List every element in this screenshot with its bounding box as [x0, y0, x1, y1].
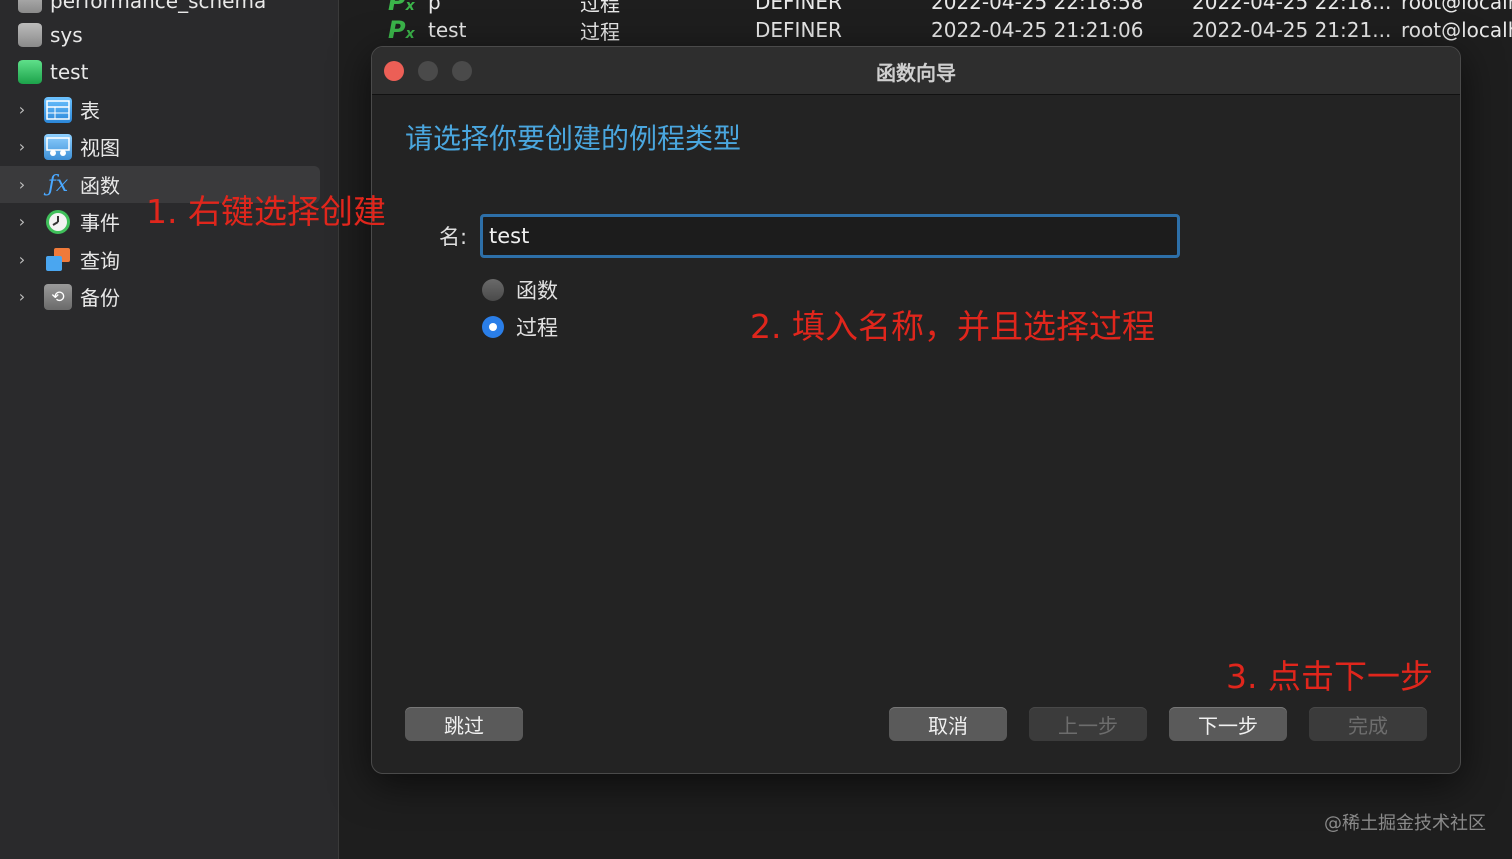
sidebar-item-queries[interactable]: › 查询 — [0, 241, 320, 278]
radio-procedure[interactable]: 过程 — [482, 312, 558, 342]
db-label: performance_schema — [50, 0, 267, 13]
dialog-title: 函数向导 — [876, 61, 956, 85]
chevron-right-icon[interactable]: › — [12, 287, 32, 306]
routine-type: 过程 — [580, 19, 620, 44]
cancel-button[interactable]: 取消 — [889, 707, 1007, 741]
query-icon — [44, 247, 72, 273]
db-item-sys[interactable]: sys — [0, 16, 320, 53]
database-grey-icon — [18, 0, 42, 13]
routine-modified: 2022-04-25 21:21... — [1192, 18, 1392, 42]
previous-button[interactable]: 上一步 — [1029, 707, 1147, 741]
routine-name-input[interactable] — [480, 214, 1180, 258]
db-item-test[interactable]: test — [0, 53, 320, 90]
backup-icon: ⟲ — [44, 283, 72, 310]
list-row[interactable]: Px test 过程 DEFINER 2022-04-25 21:21:06 2… — [338, 12, 1512, 48]
finish-button[interactable]: 完成 — [1309, 707, 1427, 741]
sidebar-item-tables[interactable]: › 表 — [0, 91, 320, 128]
radio-label: 过程 — [516, 316, 558, 340]
chevron-right-icon[interactable]: › — [12, 212, 32, 231]
radio-label: 函数 — [516, 279, 558, 303]
radio-function[interactable]: 函数 — [482, 275, 558, 305]
procedure-icon: Px — [388, 16, 415, 44]
sidebar-item-label: 查询 — [80, 249, 120, 273]
sidebar-item-label: 事件 — [80, 211, 120, 235]
routine-created: 2022-04-25 21:21:06 — [931, 18, 1144, 42]
wizard-heading: 请选择你要创建的例程类型 — [405, 122, 742, 155]
db-label: test — [50, 59, 89, 84]
name-label: 名: — [439, 225, 468, 249]
table-icon — [44, 96, 72, 123]
sidebar-item-label: 视图 — [80, 136, 120, 160]
database-grey-icon — [18, 22, 42, 47]
function-icon: ƒx — [47, 172, 69, 197]
annotation-step-3: 3. 点击下一步 — [1226, 657, 1433, 696]
skip-button[interactable]: 跳过 — [405, 707, 523, 741]
chevron-right-icon[interactable]: › — [12, 175, 32, 194]
sidebar-item-views[interactable]: › 视图 — [0, 128, 320, 165]
annotation-step-1: 1. 右键选择创建 — [146, 192, 386, 231]
next-button[interactable]: 下一步 — [1169, 707, 1287, 741]
database-green-icon — [18, 59, 42, 84]
annotation-step-2: 2. 填入名称，并且选择过程 — [750, 307, 1155, 346]
sidebar-item-label: 函数 — [80, 174, 120, 198]
db-label: sys — [50, 22, 83, 47]
sidebar-item-backups[interactable]: › ⟲ 备份 — [0, 278, 320, 315]
sidebar: performance_schema sys test › 表 › 视图 › ƒ… — [0, 0, 339, 859]
radio-selected-icon[interactable] — [482, 316, 504, 338]
routine-name: test — [428, 18, 467, 42]
sidebar-item-label: 表 — [80, 99, 100, 123]
routine-definer: root@localh — [1401, 18, 1512, 42]
chevron-right-icon[interactable]: › — [12, 100, 32, 119]
view-icon — [44, 133, 72, 160]
sidebar-item-label: 备份 — [80, 286, 120, 310]
chevron-right-icon[interactable]: › — [12, 250, 32, 269]
routine-security: DEFINER — [755, 18, 842, 42]
radio-unselected-icon[interactable] — [482, 279, 504, 301]
watermark: @稀土掘金技术社区 — [1324, 813, 1486, 834]
event-clock-icon — [44, 209, 72, 235]
chevron-right-icon[interactable]: › — [12, 137, 32, 156]
dialog-titlebar: 函数向导 — [372, 47, 1460, 95]
